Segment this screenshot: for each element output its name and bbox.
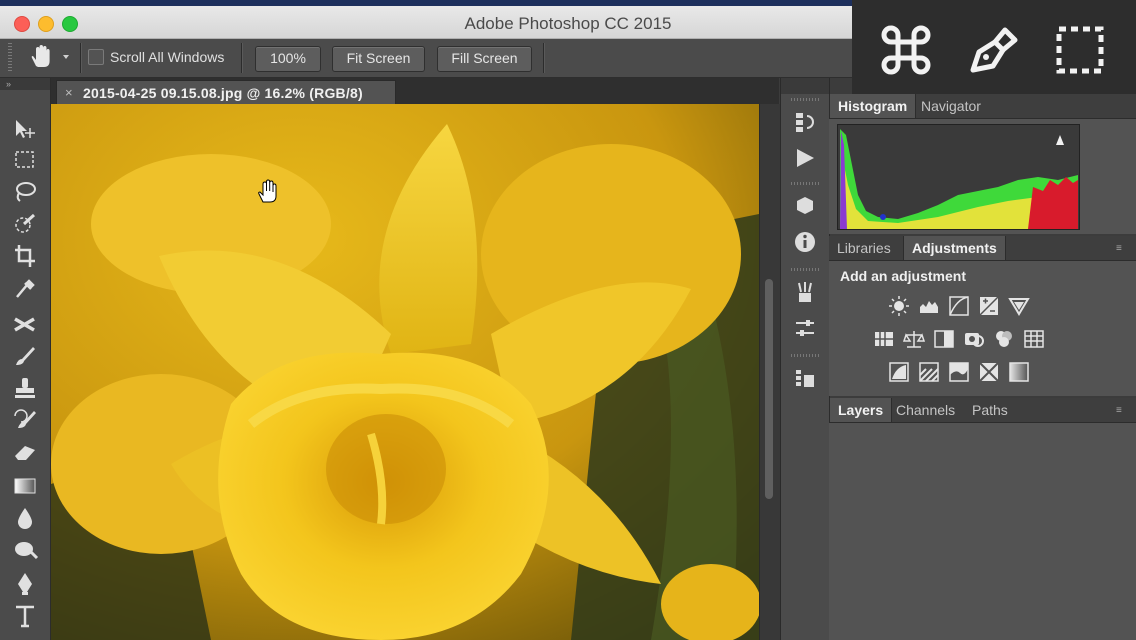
tab-adjustments[interactable]: Adjustments [903, 236, 1006, 260]
dock-collapse-control[interactable] [781, 78, 829, 94]
adjustments-heading: Add an adjustment [840, 268, 967, 284]
crop-tool-icon[interactable] [10, 242, 40, 270]
tab-libraries[interactable]: Libraries [829, 236, 899, 260]
lasso-tool-icon[interactable] [10, 178, 40, 206]
photo-filter-icon[interactable] [963, 328, 985, 350]
scrollbar-thumb[interactable] [765, 279, 773, 499]
collapsed-panels-dock [780, 78, 830, 640]
pen-tool-icon[interactable] [10, 570, 40, 598]
brush-presets-icon[interactable] [793, 280, 817, 304]
move-tool-icon[interactable] [10, 116, 40, 144]
3d-panel-icon[interactable] [793, 194, 817, 218]
hue-saturation-icon[interactable] [873, 328, 895, 350]
tab-navigator[interactable]: Navigator [913, 94, 989, 118]
rectangular-marquee-tool-icon[interactable] [10, 146, 40, 174]
tab-histogram[interactable]: Histogram [829, 94, 917, 118]
options-separator [241, 43, 243, 73]
dock-grip[interactable] [791, 268, 819, 271]
gradient-map-icon[interactable] [1008, 361, 1030, 383]
vibrance-icon[interactable] [1008, 295, 1030, 317]
color-lookup-icon[interactable] [1023, 328, 1045, 350]
tab-channels[interactable]: Channels [888, 398, 963, 422]
blur-tool-icon[interactable] [10, 504, 40, 532]
levels-icon[interactable] [918, 295, 940, 317]
shortcut-overlay [852, 0, 1136, 100]
daffodil-photo [51, 104, 759, 640]
histogram-tabs: Histogram Navigator [829, 94, 1136, 119]
curves-icon[interactable] [948, 295, 970, 317]
options-bar-grip[interactable] [8, 43, 12, 73]
eyedropper-tool-icon[interactable] [10, 274, 40, 302]
panel-menu-icon[interactable]: ≡ [1116, 405, 1132, 416]
document-tab[interactable]: × 2015-04-25 09.15.08.jpg @ 16.2% (RGB/8… [56, 80, 396, 105]
dock-grip[interactable] [791, 354, 819, 357]
healing-brush-tool-icon[interactable] [10, 310, 40, 338]
tools-panel: » [0, 78, 51, 640]
tool-presets-icon[interactable] [793, 366, 817, 390]
pen-tool-icon [970, 27, 1018, 73]
posterize-icon[interactable] [918, 361, 940, 383]
options-separator [543, 43, 545, 73]
histogram-chart [837, 124, 1080, 230]
clone-stamp-tool-icon[interactable] [10, 374, 40, 402]
tools-panel-collapse[interactable]: » [0, 78, 50, 90]
layers-tabs: Layers Channels Paths ≡ [829, 398, 1136, 423]
scroll-all-windows-label: Scroll All Windows [110, 49, 225, 65]
histogram-panel: Histogram Navigator [829, 94, 1136, 234]
marquee-selection-icon [1056, 26, 1104, 74]
command-key-icon [881, 25, 931, 75]
tab-paths[interactable]: Paths [964, 398, 1016, 422]
actions-panel-icon[interactable] [793, 146, 817, 170]
properties-panel-icon[interactable] [793, 316, 817, 340]
brush-tool-icon[interactable] [10, 342, 40, 370]
fill-screen-button[interactable]: Fill Screen [437, 46, 532, 72]
canvas-vertical-scrollbar[interactable] [759, 104, 780, 640]
eraser-tool-icon[interactable] [10, 438, 40, 466]
hand-tool-preset-icon[interactable] [26, 44, 74, 70]
history-brush-tool-icon[interactable] [10, 406, 40, 434]
black-white-icon[interactable] [933, 328, 955, 350]
selective-color-icon[interactable] [978, 361, 1000, 383]
adjustments-tabs: Libraries Adjustments ≡ [829, 236, 1136, 261]
fit-screen-button[interactable]: Fit Screen [332, 46, 425, 72]
options-separator [80, 43, 82, 73]
color-balance-icon[interactable] [903, 328, 925, 350]
threshold-icon[interactable] [948, 361, 970, 383]
panel-menu-icon[interactable]: ≡ [1116, 243, 1132, 254]
document-canvas[interactable] [51, 104, 759, 640]
channel-mixer-icon[interactable] [993, 328, 1015, 350]
zoom-100-button[interactable]: 100% [255, 46, 321, 72]
layers-panel: Layers Channels Paths ≡ [829, 398, 1136, 640]
adjustments-panel: Libraries Adjustments ≡ Add an adjustmen… [829, 236, 1136, 396]
quick-selection-tool-icon[interactable] [10, 210, 40, 238]
dock-grip[interactable] [791, 98, 819, 101]
type-tool-icon[interactable] [10, 602, 40, 630]
gradient-tool-icon[interactable] [10, 472, 40, 500]
dodge-tool-icon[interactable] [10, 536, 40, 564]
brightness-contrast-icon[interactable] [888, 295, 910, 317]
info-panel-icon[interactable] [793, 230, 817, 254]
tab-layers[interactable]: Layers [829, 398, 893, 422]
history-panel-icon[interactable] [793, 110, 817, 134]
invert-icon[interactable] [888, 361, 910, 383]
scroll-all-windows-checkbox[interactable] [88, 49, 104, 65]
close-document-icon[interactable]: × [65, 85, 73, 100]
dock-grip[interactable] [791, 182, 819, 185]
document-tab-title: 2015-04-25 09.15.08.jpg @ 16.2% (RGB/8) [83, 85, 363, 101]
exposure-icon[interactable] [978, 295, 1000, 317]
